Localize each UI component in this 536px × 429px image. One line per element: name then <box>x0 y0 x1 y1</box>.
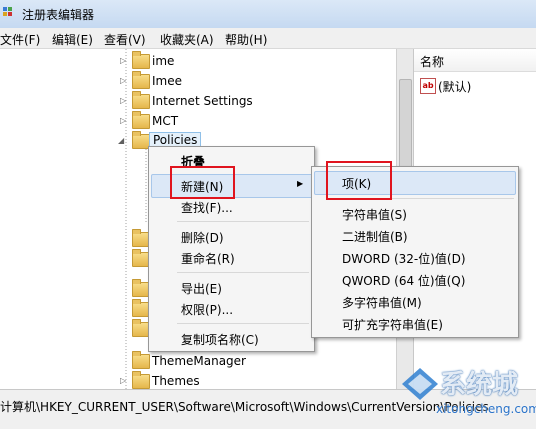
highlight-box-new <box>170 166 235 199</box>
highlight-box-key <box>326 161 392 200</box>
value-name: (默认) <box>438 80 472 94</box>
folder-icon <box>132 351 150 369</box>
folder-icon <box>132 71 150 89</box>
watermark-logo-text: 系统城 <box>440 370 519 400</box>
site-watermark: 系统城 xitongcheng.com <box>396 362 536 428</box>
expand-icon[interactable]: ▷ <box>120 116 128 125</box>
tree-item-label: Themes <box>152 374 200 388</box>
tree-item-label: ThemeManager <box>152 354 246 368</box>
watermark-logo-icon <box>402 368 438 400</box>
submenu-item-qword-value[interactable]: QWORD (64 位)值(Q) <box>342 272 465 289</box>
window-title: 注册表编辑器 <box>22 8 95 22</box>
menu-item-copy-key-name[interactable]: 复制项名称(C) <box>181 331 259 348</box>
menu-item-export[interactable]: 导出(E) <box>181 280 222 297</box>
folder-icon <box>132 111 150 129</box>
menu-separator <box>177 323 309 324</box>
submenu-item-expandable-string-value[interactable]: 可扩充字符串值(E) <box>342 316 443 333</box>
registry-app-icon <box>3 7 12 16</box>
menu-view[interactable]: 查看(V) <box>104 31 146 48</box>
expand-icon[interactable]: ▷ <box>120 96 128 105</box>
tree-item-label: ime <box>152 54 175 68</box>
menu-item-delete[interactable]: 删除(D) <box>181 229 224 246</box>
submenu-item-multi-string-value[interactable]: 多字符串值(M) <box>342 294 422 311</box>
submenu-item-dword-value[interactable]: DWORD (32-位)值(D) <box>342 250 466 267</box>
folder-icon <box>132 91 150 109</box>
submenu-item-binary-value[interactable]: 二进制值(B) <box>342 228 408 245</box>
menu-help[interactable]: 帮助(H) <box>225 31 267 48</box>
menu-edit[interactable]: 编辑(E) <box>52 31 93 48</box>
expand-icon[interactable]: ▷ <box>120 76 128 85</box>
tree-item-label: MCT <box>152 114 179 128</box>
string-value-icon: ab <box>420 78 436 94</box>
menu-favorites[interactable]: 收藏夹(A) <box>160 31 214 48</box>
menu-item-permissions[interactable]: 权限(P)... <box>181 301 233 318</box>
menu-item-find[interactable]: 查找(F)... <box>181 199 233 216</box>
menu-separator <box>177 221 309 222</box>
tree-item-label: Internet Settings <box>152 94 253 108</box>
expand-icon[interactable]: ▷ <box>120 376 128 385</box>
folder-icon <box>132 51 150 69</box>
menu-item-rename[interactable]: 重命名(R) <box>181 250 235 267</box>
collapse-icon[interactable]: ◢ <box>118 136 126 145</box>
tree-item-label: Imee <box>152 74 182 88</box>
watermark-url: xitongcheng.com <box>436 402 536 416</box>
expand-icon[interactable]: ▷ <box>120 56 128 65</box>
column-header-label: 名称 <box>420 55 445 69</box>
title-bar: 注册表编辑器 <box>0 0 536 28</box>
submenu-item-string-value[interactable]: 字符串值(S) <box>342 206 407 223</box>
submenu-arrow-icon: ▶ <box>297 179 304 188</box>
menu-separator <box>177 272 309 273</box>
column-header-name[interactable]: 名称 <box>414 49 536 72</box>
menu-bar: 文件(F) 编辑(E) 查看(V) 收藏夹(A) 帮助(H) <box>0 28 536 49</box>
folder-icon <box>132 371 150 389</box>
menu-file[interactable]: 文件(F) <box>0 31 40 48</box>
